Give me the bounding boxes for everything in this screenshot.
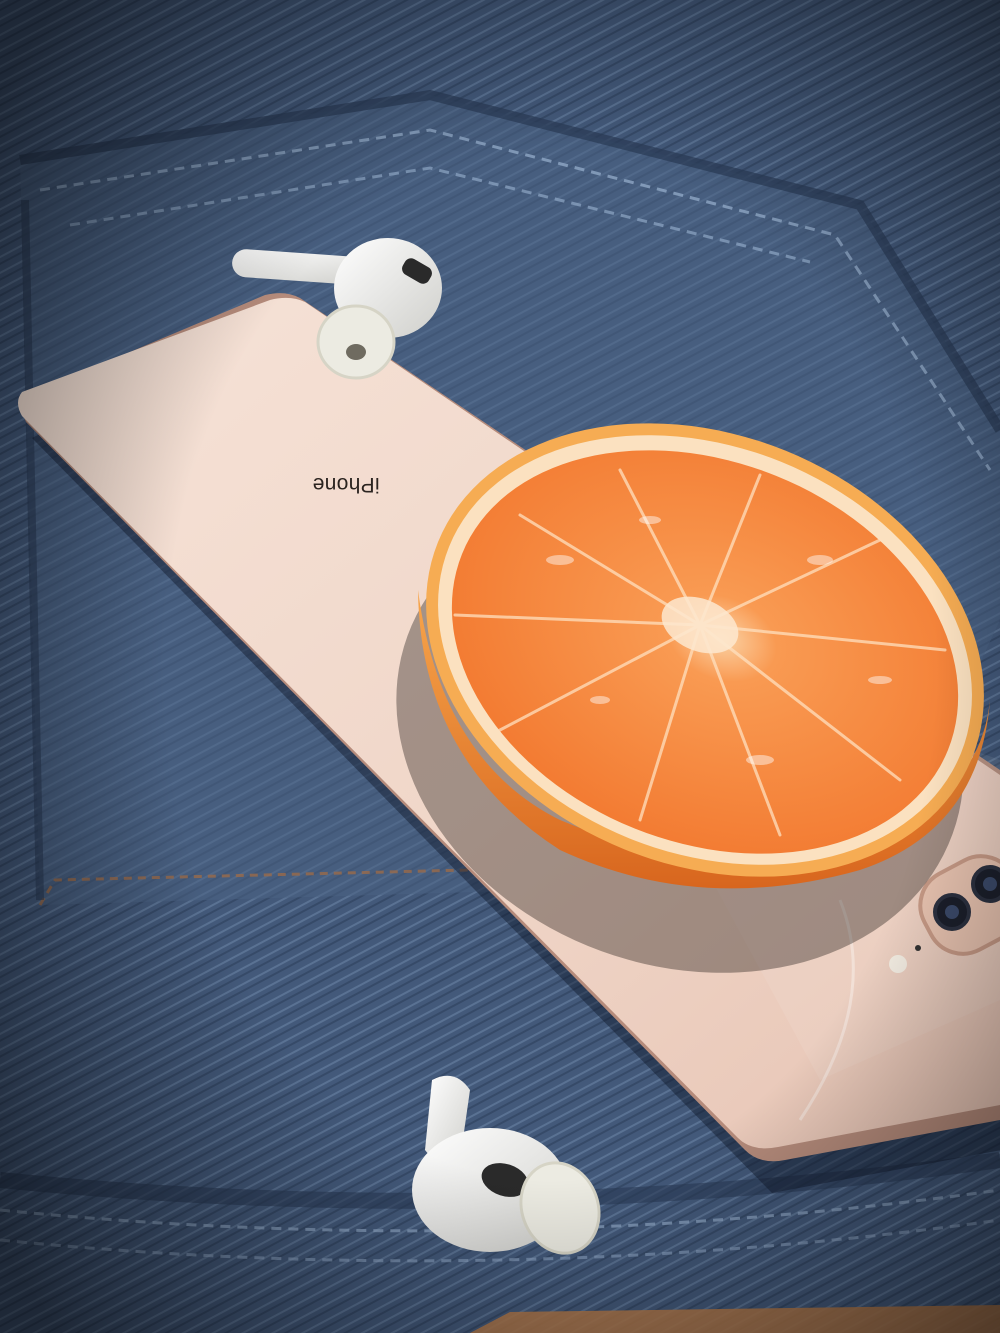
photo-scene: iPhone [0,0,1000,1333]
vignette [0,0,1000,1333]
photo-canvas [0,0,1000,1333]
phone-brand-label: iPhone [312,473,380,496]
